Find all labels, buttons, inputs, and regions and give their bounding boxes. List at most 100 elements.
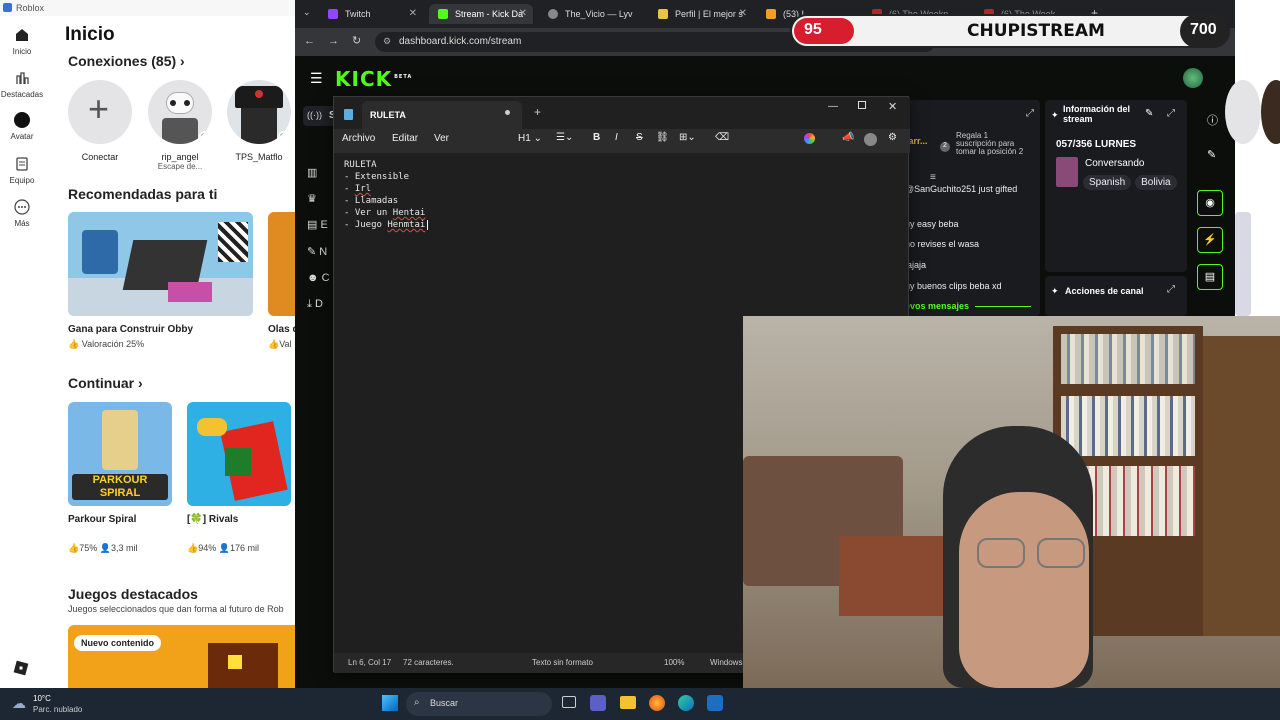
nav-featured[interactable]: Destacadas [0,70,44,99]
edit-icon[interactable]: ✎ [1145,108,1153,119]
online-status-dot [199,131,210,142]
popout-icon[interactable]: ⤢ [1026,108,1034,119]
connections-title[interactable]: Conexiones (85) › [68,53,185,69]
sidebar-item-c[interactable]: ☻ C [307,272,330,284]
new-messages-indicator[interactable]: evos mensajes [905,301,1032,311]
overlay-name: CHUPISTREAM [967,21,1105,41]
nav-home[interactable]: Inicio [0,27,44,56]
forward-arrow-icon[interactable]: → [328,35,339,47]
zoom-level[interactable]: 100% [664,658,684,667]
filter-icon[interactable]: ≡ [930,172,936,183]
close-icon[interactable]: ✕ [409,8,417,19]
nav-more[interactable]: Más [0,199,44,228]
game-rating-text: 75% [79,543,98,553]
tab-label: Twitch [345,9,371,19]
tab-label: Perfil | El mejor s [675,9,743,19]
strikethrough-icon[interactable]: S [636,132,643,143]
windows-start-icon[interactable] [382,695,398,711]
back-arrow-icon[interactable]: ← [304,35,315,47]
unsaved-dot-icon[interactable] [505,110,510,115]
notepad-tab[interactable]: RULETA [362,101,522,129]
tab-twitch[interactable]: Twitch ✕ [319,4,423,24]
menu-archivo[interactable]: Archivo [342,133,375,144]
hp-value: 95 [804,21,822,38]
notepad-app-icon [344,109,353,120]
heading-select[interactable]: H1 ⌄ [518,133,542,144]
bold-icon[interactable]: B [593,132,600,143]
popout-icon[interactable]: ⤢ [1167,284,1175,295]
connect-button[interactable]: + Conectar [60,80,140,162]
reload-icon[interactable]: ↻ [352,34,361,47]
menu-editar[interactable]: Editar [392,133,418,144]
game-stats: 👍94% 👤176 mil [187,543,291,554]
game-card[interactable]: [🍀] Rivals 👍94% 👤176 mil [187,402,291,554]
maximize-button[interactable] [858,101,866,109]
nav-avatar[interactable]: Avatar [0,112,44,141]
weather-icon[interactable]: ☁ [12,695,26,712]
close-icon[interactable]: ✕ [519,8,527,19]
sidebar-item-d[interactable]: ⤓ D [307,298,323,311]
roblox-window-title: Roblox [16,3,45,13]
game-players-text: 3,3 mil [110,543,138,553]
tab-kick-dashboard[interactable]: Stream - Kick Da ✕ [429,4,533,24]
user-avatar[interactable] [1183,68,1203,88]
text-format[interactable]: Texto sin formato [532,658,593,667]
italic-icon[interactable]: I [615,132,618,143]
info-icon[interactable]: ⓘ [1207,112,1218,128]
file-explorer-icon[interactable] [620,696,636,709]
sidebar-item-n[interactable]: ✎ N [307,245,327,258]
hamburger-menu-icon[interactable]: ☰ [310,70,323,87]
list-icon[interactable]: ☰⌄ [556,132,573,143]
firefox-icon[interactable] [649,695,665,711]
site-info-icon[interactable]: ⚙ [383,36,391,47]
close-button[interactable]: ✕ [888,100,897,113]
settings-gear-icon[interactable]: ⚙ [888,132,897,143]
profile-icon[interactable] [864,133,877,146]
announce-icon[interactable]: 📣 [842,132,854,143]
game-card[interactable]: PARKOUR SPIRAL Parkour Spiral 👍75% 👤3,3 … [68,402,172,554]
teams-icon[interactable] [590,695,606,711]
tab-the-vicio[interactable]: The_Vicio — Lyv [539,4,647,24]
nav-inventory[interactable]: Equipo [0,156,44,185]
game-rating-text: 94% [198,543,217,553]
analytics-icon: ▥ [307,167,318,179]
menu-ver[interactable]: Ver [434,133,449,144]
roblox-app-icon [3,3,12,12]
sidebar-item-e[interactable]: ▤ E [307,218,328,231]
table-icon[interactable]: ⊞⌄ [679,132,696,143]
new-tab-button[interactable]: + [534,105,541,119]
camera-action-button[interactable]: ◉ [1197,190,1223,216]
featured-banner[interactable]: Nuevo contenido [68,625,300,688]
popout-icon[interactable]: ⤢ [1167,108,1175,119]
lightning-action-button[interactable]: ⚡ [1197,227,1223,253]
connection-item[interactable]: rip_angel Escape de... [140,80,220,171]
tab-perfil[interactable]: Perfil | El mejor s ✕ [649,4,753,24]
minimize-button[interactable]: — [828,101,838,112]
connection-item[interactable]: TPS_Matflo [219,80,299,162]
thumbs-up-icon: 👍 [68,339,80,349]
pencil-icon[interactable]: ✎ [1207,148,1216,161]
page-title: Inicio [65,24,115,45]
notepad-text-area[interactable]: RULETA - Extensible - Irl - Llamadas - V… [344,159,904,231]
sidebar-item-label: E [320,219,328,231]
task-view-icon[interactable] [562,696,576,708]
sidebar-item-analytics[interactable]: ▥ [307,166,317,179]
store-icon[interactable] [707,695,723,711]
roblox-logo-icon[interactable] [13,660,29,676]
avatar-icon [14,112,30,128]
kick-logo[interactable]: KICK BETA [335,67,412,91]
avatar [1225,80,1261,144]
copilot-icon[interactable] [804,133,815,144]
continue-title[interactable]: Continuar › [68,375,143,391]
line-ending[interactable]: Windows [710,658,742,667]
edge-icon[interactable] [678,695,694,711]
clear-format-icon[interactable]: ⌫ [715,132,729,143]
sidebar-item-trophy[interactable]: ♛ [307,192,317,205]
close-icon[interactable]: ✕ [739,8,747,19]
taskbar-search[interactable]: ⌕ Buscar [406,692,552,716]
tab-label: Stream - Kick Da [455,9,524,19]
link-icon[interactable]: ⛓ [656,132,669,143]
document-action-button[interactable]: ▤ [1197,264,1223,290]
game-card[interactable]: Gana para Construir Obby 👍 Valoración 25… [68,212,253,350]
tab-search-icon[interactable]: ⌄ [303,7,311,18]
